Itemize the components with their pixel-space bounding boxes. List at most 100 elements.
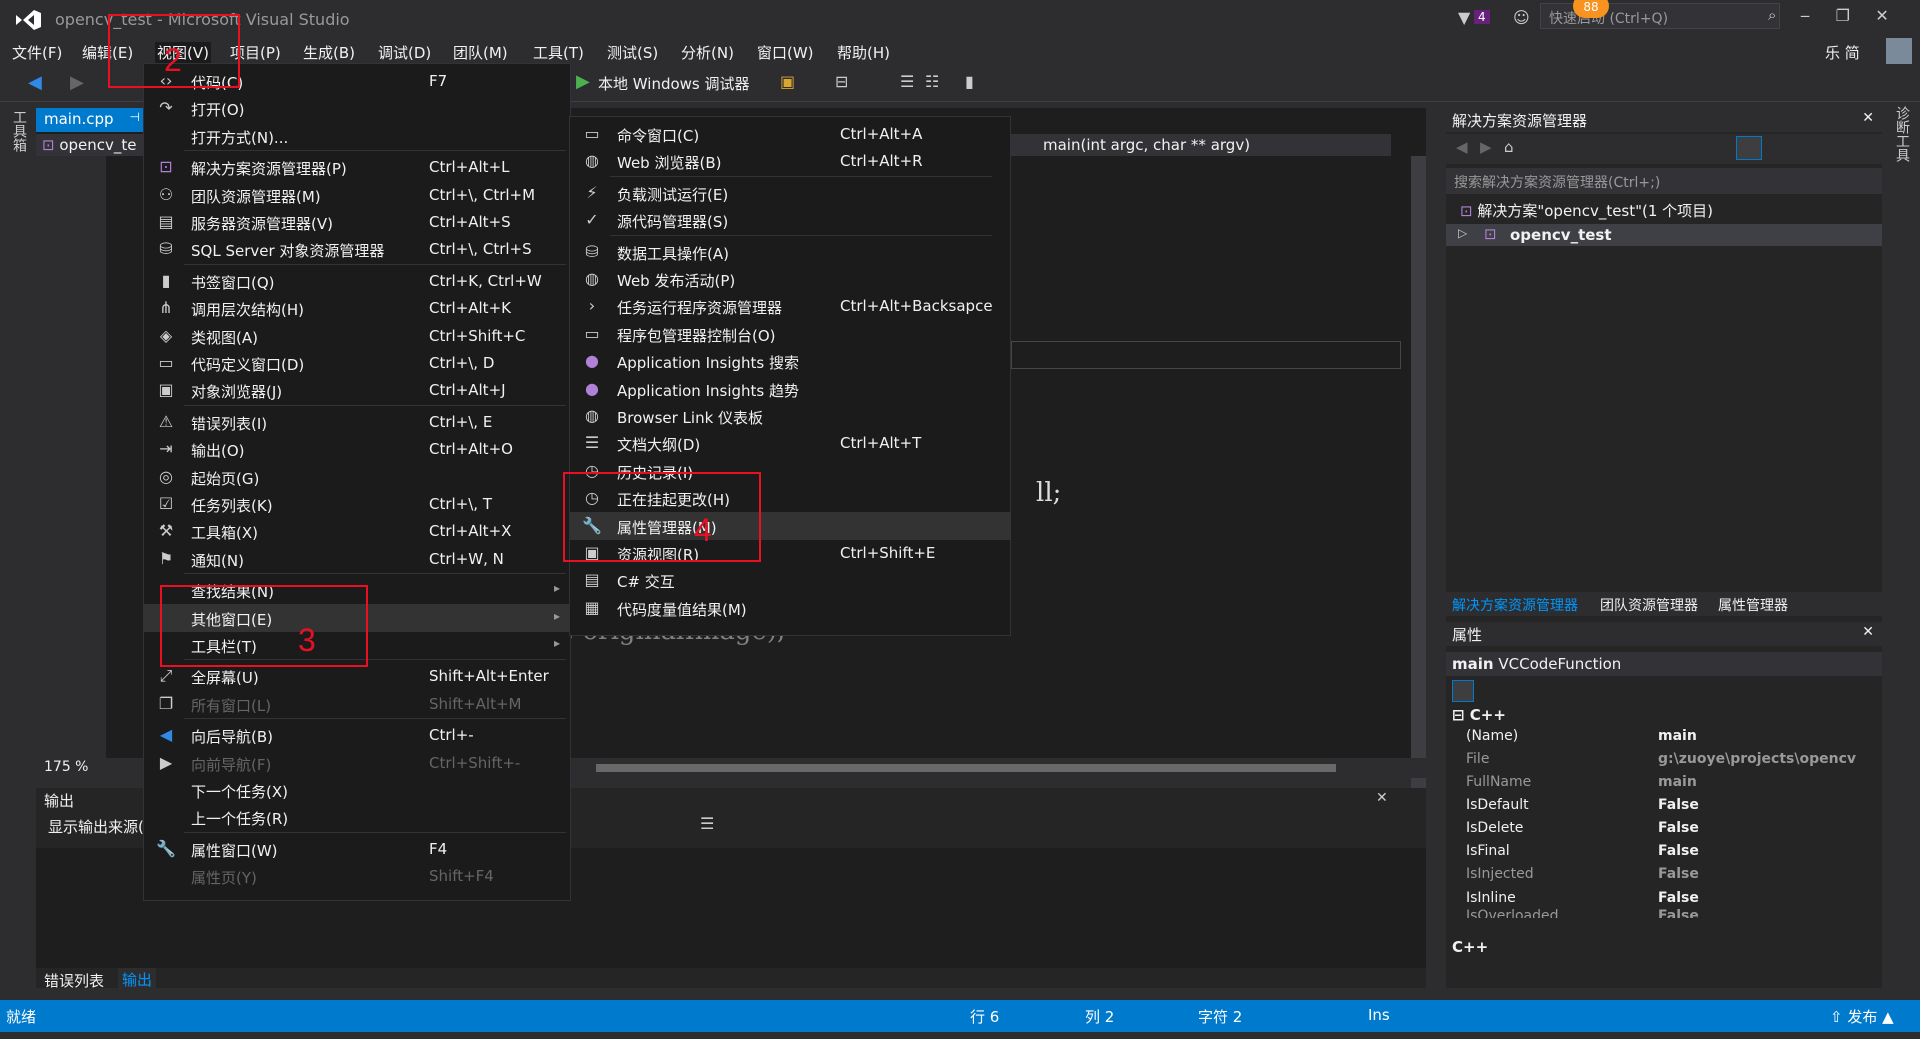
view-menu-item[interactable]: ⚒ 工具箱(X) Ctrl+Alt+X: [144, 517, 570, 545]
submenu-item[interactable]: ✓ 源代码管理器(S): [570, 206, 1010, 234]
submenu-item[interactable]: ⛁ 数据工具操作(A): [570, 238, 1010, 266]
feedback-icon[interactable]: ☺: [1513, 8, 1530, 27]
submenu-item[interactable]: ◍ Web 发布活动(P): [570, 265, 1010, 293]
close-icon[interactable]: ✕: [1862, 624, 1874, 640]
view-menu-item[interactable]: ⚠ 错误列表(I) Ctrl+\, E: [144, 408, 570, 436]
menu-window[interactable]: 窗口(W): [757, 42, 814, 63]
member-combo[interactable]: main(int argc, char ** argv): [971, 134, 1391, 156]
view-menu-item[interactable]: ⚑ 通知(N) Ctrl+W, N: [144, 545, 570, 573]
tab-output[interactable]: 输出: [118, 968, 157, 991]
view-menu-item[interactable]: ⛁ SQL Server 对象资源管理器 Ctrl+\, Ctrl+S: [144, 235, 570, 263]
minimize-button[interactable]: ‒: [1800, 6, 1810, 25]
user-name[interactable]: 乐 简: [1825, 42, 1860, 63]
close-icon[interactable]: ✕: [1376, 790, 1388, 806]
view-menu-item[interactable]: ↷ 打开(O): [144, 94, 570, 122]
tab-solution-explorer[interactable]: 解决方案资源管理器: [1452, 595, 1578, 615]
view-menu-item[interactable]: 🔧 属性窗口(W) F4: [144, 835, 570, 863]
close-button[interactable]: ✕: [1875, 6, 1888, 25]
solution-node[interactable]: ⊡ 解决方案"opencv_test"(1 个项目): [1460, 200, 1713, 221]
toolbar-tool-icon[interactable]: ☷: [925, 72, 939, 91]
property-value[interactable]: False: [1658, 890, 1699, 908]
close-icon[interactable]: ✕: [1862, 110, 1874, 126]
collapse-all-button[interactable]: [1736, 136, 1762, 160]
search-icon[interactable]: ⌕: [1768, 6, 1776, 24]
vertical-scrollbar[interactable]: [1411, 156, 1426, 856]
forward-icon[interactable]: ▶: [70, 72, 84, 93]
menu-test[interactable]: 测试(S): [607, 42, 658, 63]
toolbar-tool-icon[interactable]: ☰: [900, 72, 914, 91]
property-value[interactable]: False: [1658, 908, 1699, 918]
diagnostic-tools-tab[interactable]: 诊断工具: [1892, 106, 1912, 162]
start-debug-icon[interactable]: ▶: [576, 71, 590, 92]
menu-build[interactable]: 生成(B): [303, 42, 355, 63]
tab-error-list[interactable]: 错误列表: [44, 970, 104, 991]
tab-property-manager[interactable]: 属性管理器: [1718, 595, 1788, 615]
categorized-button[interactable]: [1452, 680, 1474, 702]
back-icon[interactable]: ◀: [28, 72, 42, 93]
view-menu-item[interactable]: 下一个任务(X): [144, 776, 570, 804]
view-menu-item[interactable]: ▶ 向前导航(F) Ctrl+Shift+-: [144, 749, 570, 777]
toolbar-tool-icon[interactable]: ▣: [780, 72, 795, 91]
submenu-item[interactable]: ◍ Web 浏览器(B) Ctrl+Alt+R: [570, 147, 1010, 175]
view-menu-item[interactable]: ⊡ 解决方案资源管理器(P) Ctrl+Alt+L: [144, 153, 570, 181]
run-target-button[interactable]: 本地 Windows 调试器: [598, 73, 750, 94]
submenu-item[interactable]: ◍ Browser Link 仪表板: [570, 402, 1010, 430]
property-value[interactable]: main: [1658, 774, 1697, 790]
forward-icon[interactable]: ▶: [1480, 138, 1492, 156]
bookmark-icon[interactable]: ▮: [965, 72, 974, 91]
avatar[interactable]: [1886, 38, 1912, 64]
project-node[interactable]: ▷ ⊡ opencv_test: [1446, 224, 1882, 246]
property-value[interactable]: False: [1658, 843, 1699, 859]
filter-icon[interactable]: ▼: [1458, 8, 1470, 27]
view-menu-item[interactable]: ▤ 服务器资源管理器(V) Ctrl+Alt+S: [144, 208, 570, 236]
view-menu-item[interactable]: 上一个任务(R): [144, 803, 570, 831]
property-value[interactable]: False: [1658, 797, 1699, 813]
view-menu-item[interactable]: ▮ 书签窗口(Q) Ctrl+K, Ctrl+W: [144, 267, 570, 295]
menu-file[interactable]: 文件(F): [12, 42, 62, 63]
view-menu-item[interactable]: ⚇ 团队资源管理器(M) Ctrl+\, Ctrl+M: [144, 181, 570, 209]
view-menu-item[interactable]: ◀ 向后导航(B) Ctrl+-: [144, 721, 570, 749]
view-menu-item[interactable]: 属性页(Y) Shift+F4: [144, 862, 570, 890]
menu-team[interactable]: 团队(M): [453, 42, 508, 63]
toolbox-tab[interactable]: 工具箱: [9, 110, 29, 152]
horizontal-scrollbar[interactable]: [596, 764, 1336, 772]
menu-tools[interactable]: 工具(T): [533, 42, 584, 63]
toolbar-tool-icon[interactable]: ⊟: [835, 72, 848, 91]
property-value[interactable]: g:\zuoye\projects\opencv: [1658, 751, 1856, 767]
submenu-item[interactable]: ⚡ 负载测试运行(E): [570, 179, 1010, 207]
submenu-item[interactable]: ▤ C# 交互: [570, 566, 1010, 594]
file-combo[interactable]: ⊡ opencv_te: [36, 134, 146, 156]
menu-help[interactable]: 帮助(H): [837, 42, 890, 63]
view-menu-item[interactable]: ▭ 代码定义窗口(D) Ctrl+\, D: [144, 349, 570, 377]
view-menu-item[interactable]: ❐ 所有窗口(L) Shift+Alt+M: [144, 690, 570, 718]
view-menu-item[interactable]: ◈ 类视图(A) Ctrl+Shift+C: [144, 322, 570, 350]
property-value[interactable]: main: [1658, 728, 1697, 744]
property-value[interactable]: False: [1658, 820, 1699, 836]
property-value[interactable]: False: [1658, 866, 1699, 882]
submenu-item[interactable]: ● Application Insights 搜索: [570, 347, 1010, 375]
home-icon[interactable]: ⌂: [1504, 138, 1514, 156]
notification-count[interactable]: 4: [1474, 10, 1490, 24]
menu-analyze[interactable]: 分析(N): [681, 42, 734, 63]
properties-object-combo[interactable]: main VCCodeFunction: [1446, 652, 1882, 676]
zoom-level[interactable]: 175 %: [44, 759, 88, 775]
view-menu-item[interactable]: 打开方式(N)...: [144, 122, 570, 150]
view-menu-item[interactable]: ☑ 任务列表(K) Ctrl+\, T: [144, 490, 570, 518]
submenu-item[interactable]: ● Application Insights 趋势: [570, 375, 1010, 403]
tab-team-explorer[interactable]: 团队资源管理器: [1600, 595, 1698, 615]
view-menu-item[interactable]: ⋔ 调用层次结构(H) Ctrl+Alt+K: [144, 294, 570, 322]
publish-button[interactable]: ⇧ 发布 ▲: [1830, 1006, 1894, 1027]
view-menu-item[interactable]: ⇥ 输出(O) Ctrl+Alt+O: [144, 435, 570, 463]
expand-icon[interactable]: ▷: [1458, 226, 1467, 240]
submenu-item[interactable]: ▭ 程序包管理器控制台(O): [570, 320, 1010, 348]
menu-debug[interactable]: 调试(D): [378, 42, 431, 63]
view-menu-item[interactable]: ▣ 对象浏览器(J) Ctrl+Alt+J: [144, 376, 570, 404]
view-menu-item[interactable]: ◎ 起始页(G): [144, 463, 570, 491]
submenu-item[interactable]: ☰ 文档大纲(D) Ctrl+Alt+T: [570, 429, 1010, 457]
submenu-item[interactable]: › 任务运行程序资源管理器 Ctrl+Alt+Backsapce: [570, 292, 1010, 320]
editor-tab[interactable]: main.cpp ⊣: [36, 108, 146, 132]
restore-button[interactable]: ❐: [1836, 6, 1850, 25]
solution-search-input[interactable]: 搜索解决方案资源管理器(Ctrl+;): [1446, 168, 1882, 194]
pin-icon[interactable]: ⊣: [130, 110, 140, 124]
clear-all-icon[interactable]: ☰: [700, 814, 714, 833]
